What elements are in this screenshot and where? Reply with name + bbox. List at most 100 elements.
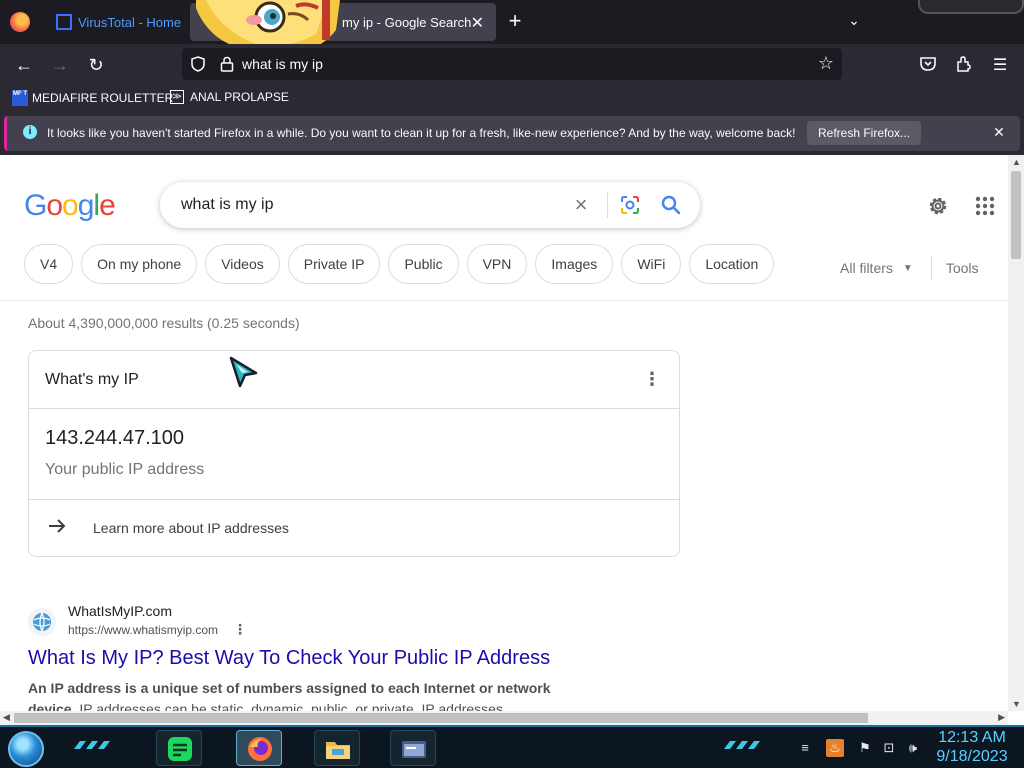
- caret-down-icon[interactable]: ▼: [903, 263, 913, 274]
- tools-button[interactable]: Tools: [946, 260, 979, 276]
- notification-bar: i It looks like you haven't started Fire…: [0, 112, 1024, 155]
- ip-card-title: What's my IP: [45, 371, 139, 388]
- result-stats: About 4,390,000,000 results (0.25 second…: [28, 315, 300, 331]
- window-frame-decoration: [918, 0, 1024, 14]
- address-bar[interactable]: what is my ip ☆: [182, 48, 842, 80]
- close-notification-icon[interactable]: ✕: [990, 123, 1008, 141]
- extensions-icon[interactable]: [954, 55, 974, 75]
- search-input[interactable]: what is my ip: [181, 196, 273, 214]
- scroll-down-arrow-icon[interactable]: ▼: [1012, 699, 1021, 709]
- tab-bar: VirusTotal - Home my ip - Google Search …: [0, 0, 1024, 55]
- clock-time[interactable]: 12:13 AM: [932, 729, 1012, 747]
- close-tab-icon[interactable]: ✕: [471, 13, 484, 33]
- chip-vpn[interactable]: VPN: [466, 244, 528, 284]
- bookmark-mediafire[interactable]: MF T MEDIAFIRE ROULETTER: [12, 90, 173, 106]
- start-button[interactable]: [8, 731, 44, 767]
- result-more-options-icon[interactable]: ⋮: [233, 621, 247, 638]
- taskbar-decoration: [74, 741, 110, 749]
- taskbar-window-app[interactable]: [390, 730, 436, 766]
- result-title-link[interactable]: What Is My IP? Best Way To Check Your Pu…: [28, 647, 550, 670]
- more-options-icon[interactable]: ⋮: [643, 369, 661, 389]
- whats-my-ip-card: What's my IP ⋮ 143.244.47.100 Your publi…: [28, 350, 680, 557]
- back-button[interactable]: ←: [12, 53, 36, 77]
- search-divider: [607, 192, 608, 218]
- taskbar-notes-app[interactable]: [156, 730, 202, 766]
- chip-v4[interactable]: V4: [24, 244, 74, 284]
- horizontal-scroll-thumb[interactable]: [14, 713, 868, 723]
- settings-gear-icon[interactable]: [926, 194, 950, 218]
- bookmarks-toolbar: MF T MEDIAFIRE ROULETTER ≫ ANAL PROLAPSE: [0, 86, 1024, 112]
- scroll-up-arrow-icon[interactable]: ▲: [1012, 157, 1021, 167]
- vertical-scroll-thumb[interactable]: [1011, 171, 1021, 259]
- clock-date[interactable]: 9/18/2023: [932, 748, 1012, 766]
- notification-box: i It looks like you haven't started Fire…: [4, 116, 1020, 151]
- scroll-left-arrow-icon[interactable]: ◀: [3, 712, 10, 723]
- search-refinement-chips: V4 On my phone Videos Private IP Public …: [24, 244, 775, 284]
- chip-on-my-phone[interactable]: On my phone: [81, 244, 198, 284]
- search-box[interactable]: what is my ip ×: [160, 182, 700, 228]
- tab-list-chevron-icon[interactable]: ⌄: [842, 12, 866, 32]
- bookmark-star-icon[interactable]: ☆: [816, 53, 836, 73]
- mediafire-icon: MF T: [12, 90, 28, 106]
- network-icon[interactable]: ⊡: [880, 739, 898, 757]
- tray-app-icon[interactable]: ♨: [826, 739, 844, 757]
- volume-icon[interactable]: 🕪: [904, 739, 922, 757]
- action-center-flag-icon[interactable]: ⚑: [856, 739, 874, 757]
- filters-separator: [930, 256, 932, 280]
- scroll-right-arrow-icon[interactable]: ▶: [998, 712, 1005, 723]
- taskbar-file-explorer[interactable]: [314, 730, 360, 766]
- taskbar-decoration: [724, 741, 760, 749]
- clear-search-icon[interactable]: ×: [570, 194, 592, 216]
- mouse-cursor-icon: [229, 356, 258, 388]
- google-lens-icon[interactable]: [620, 195, 640, 215]
- bookmark-second[interactable]: ≫ ANAL PROLAPSE: [170, 90, 289, 104]
- result-site-name[interactable]: WhatIsMyIP.com: [68, 603, 172, 619]
- url-text[interactable]: what is my ip: [242, 56, 323, 72]
- chip-location[interactable]: Location: [689, 244, 775, 284]
- pocket-icon[interactable]: [918, 55, 938, 75]
- hamburger-menu-icon[interactable]: ☰: [990, 55, 1010, 75]
- google-logo[interactable]: Google: [24, 189, 116, 223]
- card-divider: [29, 408, 679, 409]
- reload-button[interactable]: ↻: [84, 53, 108, 77]
- new-tab-button[interactable]: +: [503, 9, 527, 33]
- terminal-icon: ≫: [170, 90, 184, 104]
- header-divider: [0, 300, 1008, 301]
- tab-label: VirusTotal - Home: [78, 14, 182, 30]
- tab-label: my ip - Google Search: [342, 14, 472, 30]
- chip-images[interactable]: Images: [535, 244, 614, 284]
- notification-text: It looks like you haven't started Firefo…: [47, 126, 796, 140]
- tracking-protection-shield-icon[interactable]: [190, 56, 206, 72]
- refresh-firefox-button[interactable]: Refresh Firefox...: [807, 121, 922, 145]
- page-content: Google what is my ip × V4 On my phone Vi…: [0, 155, 1008, 711]
- learn-more-link[interactable]: Learn more about IP addresses: [93, 520, 289, 536]
- result-url[interactable]: https://www.whatismyip.com: [68, 623, 218, 637]
- card-divider: [29, 499, 679, 500]
- ip-address-value: 143.244.47.100: [45, 427, 185, 449]
- chip-private-ip[interactable]: Private IP: [287, 244, 381, 284]
- virustotal-icon: [56, 14, 72, 30]
- ip-address-subtitle: Your public IP address: [45, 461, 205, 478]
- tab-virustotal[interactable]: VirusTotal - Home: [44, 3, 194, 41]
- chip-wifi[interactable]: WiFi: [621, 244, 682, 284]
- lock-icon[interactable]: [220, 56, 234, 72]
- window-app-icon: [402, 741, 426, 758]
- whatismyip-favicon[interactable]: [28, 608, 56, 636]
- firefox-icon[interactable]: [10, 12, 30, 32]
- vertical-scrollbar[interactable]: ▲ ▼: [1008, 155, 1024, 711]
- folder-icon: [326, 742, 350, 759]
- bookmark-label: MEDIAFIRE ROULETTER: [32, 91, 174, 105]
- taskbar-firefox[interactable]: [236, 730, 282, 766]
- all-filters-button[interactable]: All filters: [840, 260, 893, 276]
- chip-videos[interactable]: Videos: [205, 244, 280, 284]
- result-snippet: An IP address is a unique set of numbers…: [28, 678, 598, 711]
- forward-button[interactable]: →: [48, 53, 72, 77]
- taskbar: ≡ ♨ ⚑ ⊡ 🕪 12:13 AM 9/18/2023: [0, 725, 1024, 768]
- arrow-right-icon[interactable]: [47, 516, 67, 536]
- google-apps-grid-icon[interactable]: [974, 195, 996, 217]
- chip-public[interactable]: Public: [388, 244, 459, 284]
- show-desktop-icon[interactable]: ≡: [796, 739, 814, 757]
- horizontal-scrollbar[interactable]: ◀ ▶: [0, 711, 1008, 725]
- search-icon[interactable]: [660, 194, 682, 216]
- filters-area: All filters ▼ Tools: [840, 256, 979, 280]
